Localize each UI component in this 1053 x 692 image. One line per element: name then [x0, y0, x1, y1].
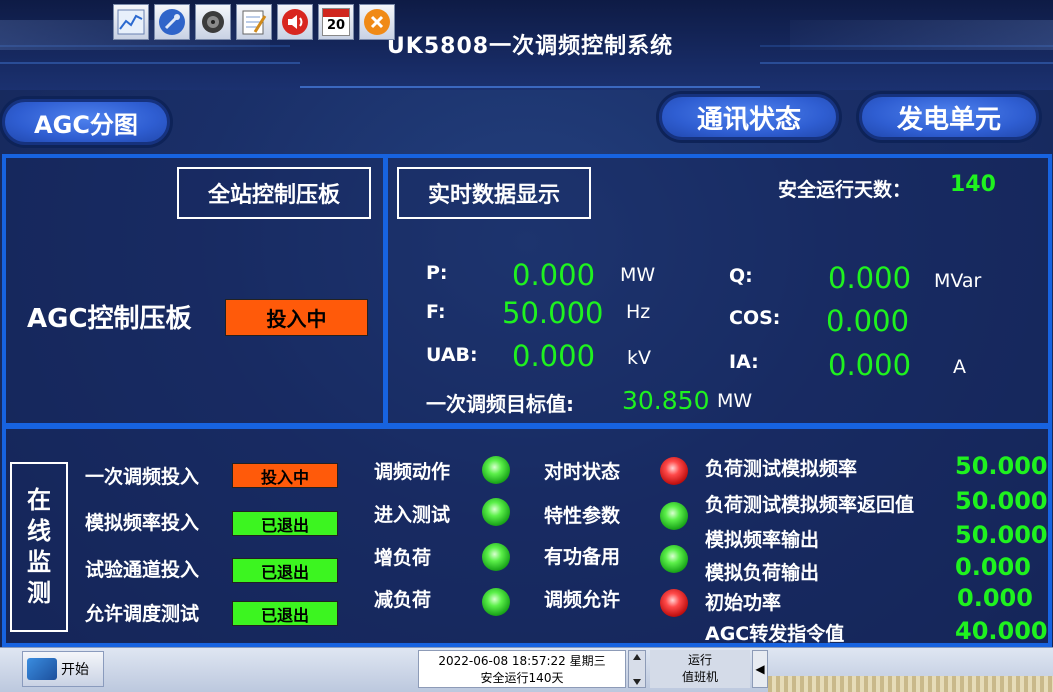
indicator-light-green: [482, 588, 510, 616]
reading-label: 初始功率: [705, 592, 782, 614]
cos-label: COS:: [729, 307, 781, 329]
indicator-light-green: [482, 456, 510, 484]
ia-label: IA:: [729, 351, 759, 373]
safe-run-text: 安全运行140天: [480, 671, 564, 685]
switch-status-button[interactable]: 已退出: [232, 601, 338, 626]
indicator-light-green: [482, 498, 510, 526]
reading-value: 0.000: [957, 584, 1033, 612]
switch-status-button[interactable]: 已退出: [232, 511, 338, 536]
duty-label: 值班机: [681, 670, 718, 684]
online-monitor-label: 在 线 监 测: [10, 462, 68, 632]
reading-value: 40.000: [955, 617, 1048, 645]
start-icon: [27, 658, 57, 680]
start-label: 开始: [61, 662, 89, 678]
gen-unit-button[interactable]: 发电单元: [859, 94, 1039, 140]
indicator-label: 特性参数: [544, 505, 621, 527]
safe-days-label: 安全运行天数：: [778, 179, 912, 201]
calendar-icon: 20: [322, 8, 350, 36]
run-status-box: 运行 值班机: [650, 650, 750, 688]
target-unit: MW: [717, 390, 753, 412]
agc-view-button[interactable]: AGC分图: [2, 99, 170, 145]
indicator-light-red: [660, 589, 688, 617]
realtime-data-title: 实时数据显示: [397, 167, 591, 219]
uab-value: 0.000: [512, 339, 596, 373]
q-label: Q:: [729, 265, 753, 287]
disk-app-button[interactable]: [195, 4, 231, 40]
uab-unit: kV: [627, 347, 652, 369]
safe-days-value: 140: [950, 172, 996, 197]
reading-label: 负荷测试模拟频率: [705, 458, 858, 480]
p-unit: MW: [620, 264, 656, 286]
switch-status-button[interactable]: 已退出: [232, 558, 338, 583]
scroll-down-icon[interactable]: [633, 679, 641, 685]
p-label: P:: [426, 262, 448, 284]
agc-control-label: AGC控制压板: [27, 304, 192, 334]
cos-value: 0.000: [826, 304, 910, 338]
f-value: 50.000: [502, 296, 604, 330]
q-value: 0.000: [828, 261, 912, 295]
indicator-label: 调频允许: [544, 589, 621, 611]
notepad-app-button[interactable]: [236, 4, 272, 40]
f-label: F:: [426, 301, 446, 323]
indicator-label: 调频动作: [374, 461, 451, 483]
notepad-icon: [242, 10, 267, 35]
switch-label: 一次调频投入: [85, 466, 200, 488]
chart-app-button[interactable]: [113, 4, 149, 40]
tools-app-button[interactable]: [154, 4, 190, 40]
indicator-label: 进入测试: [374, 504, 451, 526]
station-control-title: 全站控制压板: [177, 167, 371, 219]
indicator-label: 有功备用: [544, 546, 621, 568]
reading-value: 50.000: [955, 452, 1048, 480]
switch-label: 试验通道投入: [85, 559, 200, 581]
reading-value: 50.000: [955, 487, 1048, 515]
close-icon: [364, 9, 390, 35]
q-unit: MVar: [934, 270, 982, 292]
run-label: 运行: [687, 653, 712, 667]
indicator-label: 对时状态: [544, 461, 621, 483]
target-value: 30.850: [622, 386, 710, 415]
datetime-text: 2022-06-08 18:57:22 星期三: [438, 654, 606, 668]
reading-value: 0.000: [955, 553, 1031, 581]
uab-label: UAB:: [426, 344, 478, 366]
start-button[interactable]: 开始: [22, 651, 104, 687]
collapse-arrow-icon[interactable]: ◀: [752, 650, 768, 688]
target-label: 一次调频目标值:: [426, 392, 574, 416]
scroll-up-icon[interactable]: [633, 654, 641, 660]
indicator-label: 减负荷: [374, 589, 432, 611]
comm-status-button[interactable]: 通讯状态: [659, 94, 839, 140]
indicator-label: 增负荷: [374, 547, 432, 569]
calendar-app-button[interactable]: 20: [318, 4, 354, 40]
speaker-icon: [282, 9, 308, 35]
switch-status-button[interactable]: 投入中: [232, 463, 338, 488]
speaker-app-button[interactable]: [277, 4, 313, 40]
close-app-button[interactable]: [359, 4, 395, 40]
reading-value: 50.000: [955, 521, 1048, 549]
ia-unit: A: [953, 356, 966, 378]
switch-label: 允许调度测试: [85, 603, 200, 625]
agc-control-status-button[interactable]: 投入中: [225, 299, 368, 336]
reading-label: 模拟频率输出: [705, 529, 820, 551]
ia-value: 0.000: [828, 348, 912, 382]
reading-label: 负荷测试模拟频率返回值: [705, 494, 915, 516]
taskbar-texture: [768, 676, 1053, 692]
p-value: 0.000: [512, 258, 596, 292]
chart-icon: [117, 9, 145, 35]
switch-label: 模拟频率投入: [85, 512, 200, 534]
reading-label: 模拟负荷输出: [705, 562, 820, 584]
wrench-icon: [159, 9, 185, 35]
indicator-light-red: [660, 457, 688, 485]
indicator-light-green: [660, 545, 688, 573]
datetime-display: 2022-06-08 18:57:22 星期三 安全运行140天: [418, 650, 626, 688]
reading-label: AGC转发指令值: [705, 623, 845, 645]
indicator-light-green: [482, 543, 510, 571]
disk-icon: [202, 11, 224, 33]
indicator-light-green: [660, 502, 688, 530]
f-unit: Hz: [626, 301, 651, 323]
clock-scrollbar[interactable]: [628, 650, 646, 688]
